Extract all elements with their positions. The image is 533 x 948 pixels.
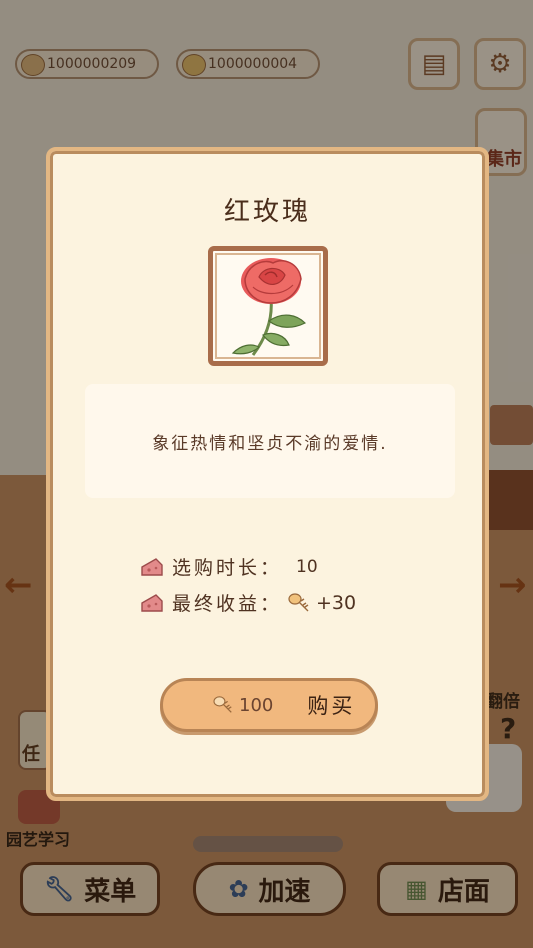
income-value: +30	[316, 591, 357, 614]
item-detail-dialog: 红玫瑰 象征热情和坚贞不渝的爱情. 选购时长： 10 最终收益： +30 100…	[46, 147, 489, 801]
item-description: 象征热情和坚贞不渝的爱情.	[152, 433, 388, 454]
fish-bone-icon	[288, 592, 309, 611]
buy-price: 100	[213, 695, 273, 716]
duration-value: 10	[296, 556, 318, 577]
cheese-icon	[141, 557, 163, 576]
fish-bone-icon	[213, 696, 232, 713]
purchase-duration-row: 选购时长： 10	[140, 553, 318, 580]
buy-button[interactable]: 100 购买	[160, 678, 378, 732]
buy-label: 购买	[307, 694, 356, 718]
item-title: 红玫瑰	[223, 197, 311, 227]
income-label: 最终收益：	[172, 593, 283, 615]
cheese-icon	[141, 593, 163, 612]
final-income-row: 最终收益： +30	[140, 589, 356, 616]
duration-label: 选购时长：	[172, 557, 283, 579]
red-rose-icon	[231, 258, 307, 356]
item-description-box: 象征热情和坚贞不渝的爱情.	[85, 384, 455, 498]
item-image-frame	[208, 246, 328, 366]
buy-price-value: 100	[239, 694, 274, 716]
